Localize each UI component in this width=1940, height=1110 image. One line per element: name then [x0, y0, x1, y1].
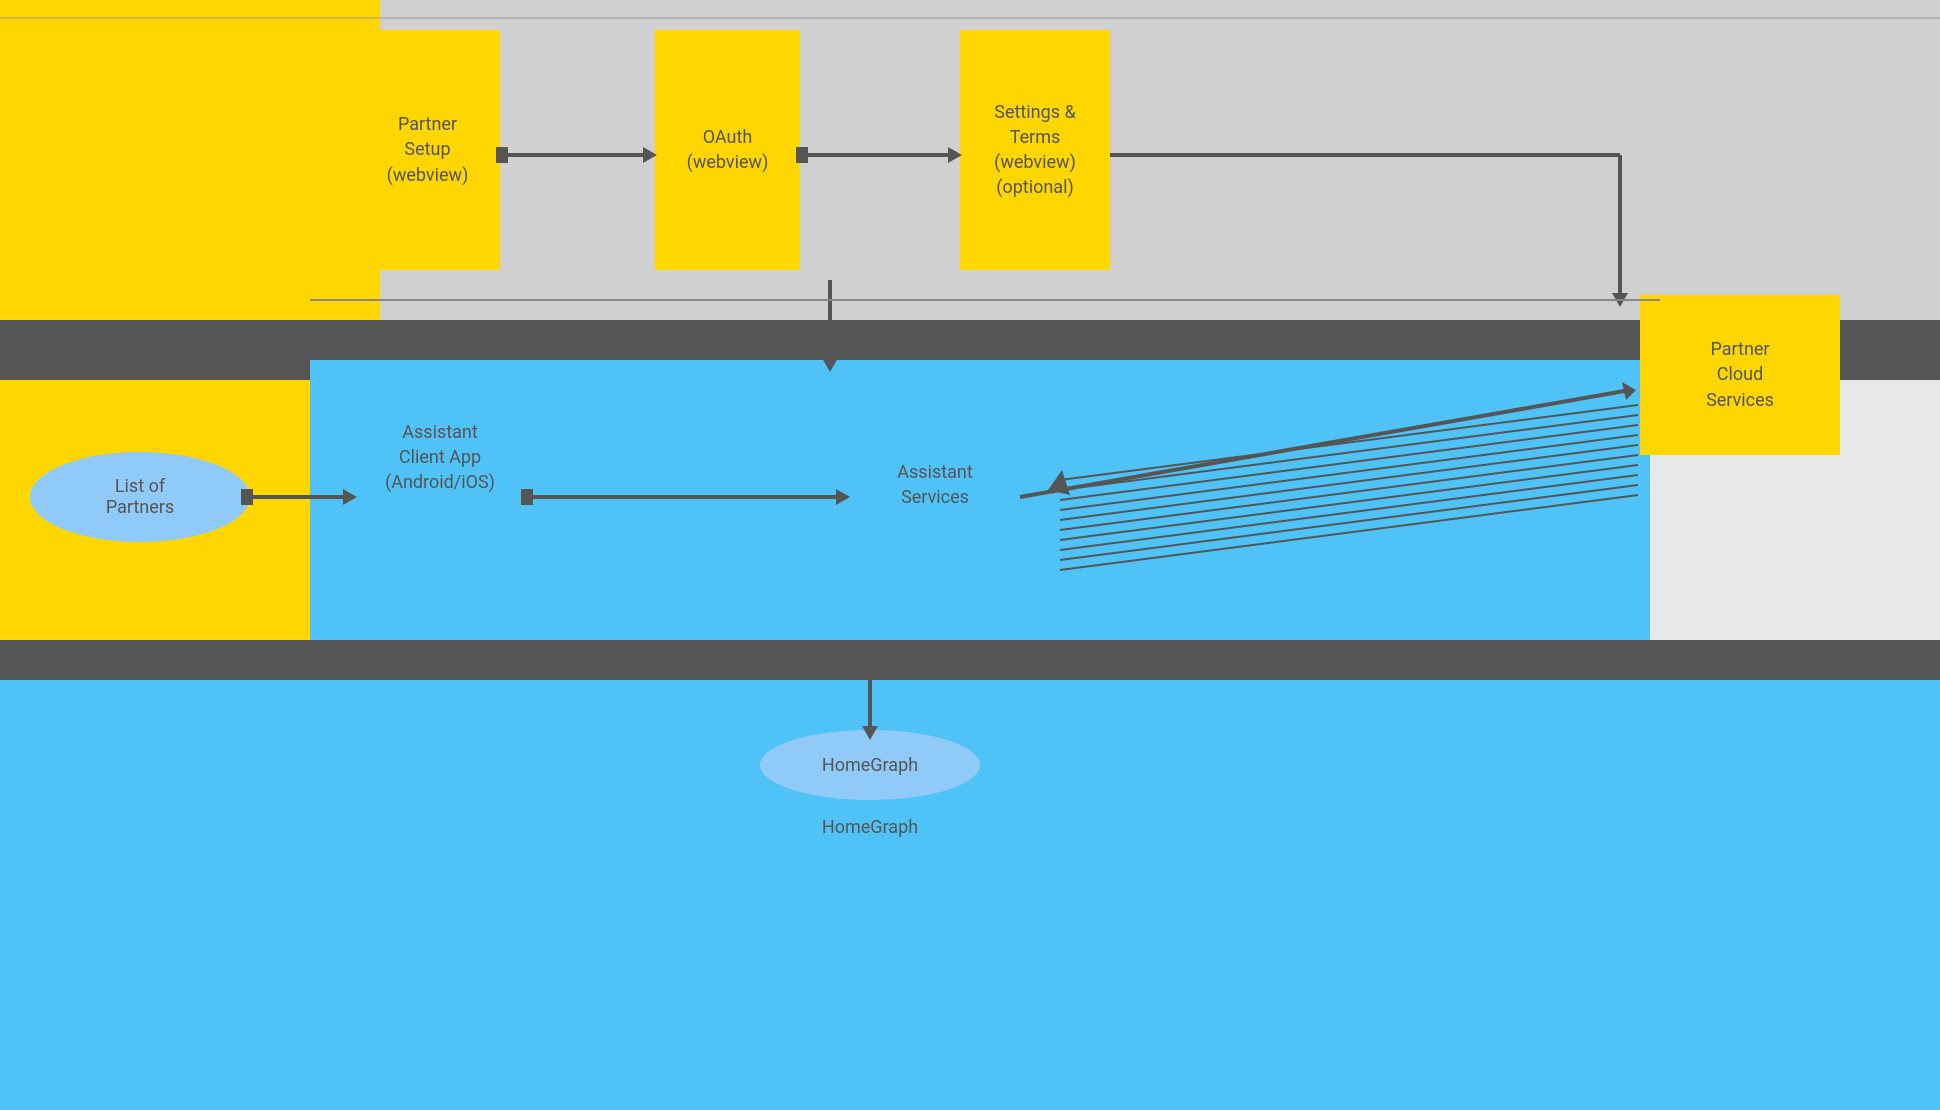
oauth-label: OAuth (webview) [687, 125, 769, 175]
partner-setup-box: Partner Setup (webview) [355, 30, 500, 270]
list-of-partners-label: List of Partners [106, 476, 174, 518]
assistant-client-app-label: Assistant Client App (Android/iOS) [355, 420, 525, 496]
blue-bottom-area [0, 680, 1940, 1110]
partner-setup-label: Partner Setup (webview) [387, 112, 469, 188]
settings-terms-box: Settings & Terms (webview) (optional) [960, 30, 1110, 270]
list-of-partners-oval: List of Partners [30, 452, 250, 542]
settings-terms-label: Settings & Terms (webview) (optional) [994, 100, 1076, 201]
partner-cloud-label: Partner Cloud Services [1706, 337, 1774, 413]
oauth-box: OAuth (webview) [655, 30, 800, 270]
homegraph-oval-label: HomeGraph [822, 755, 918, 776]
homegraph-label: HomeGraph [760, 815, 980, 840]
homegraph-oval: HomeGraph [760, 730, 980, 800]
partner-cloud-box: Partner Cloud Services [1640, 295, 1840, 455]
assistant-services-label: Assistant Services [850, 460, 1020, 510]
